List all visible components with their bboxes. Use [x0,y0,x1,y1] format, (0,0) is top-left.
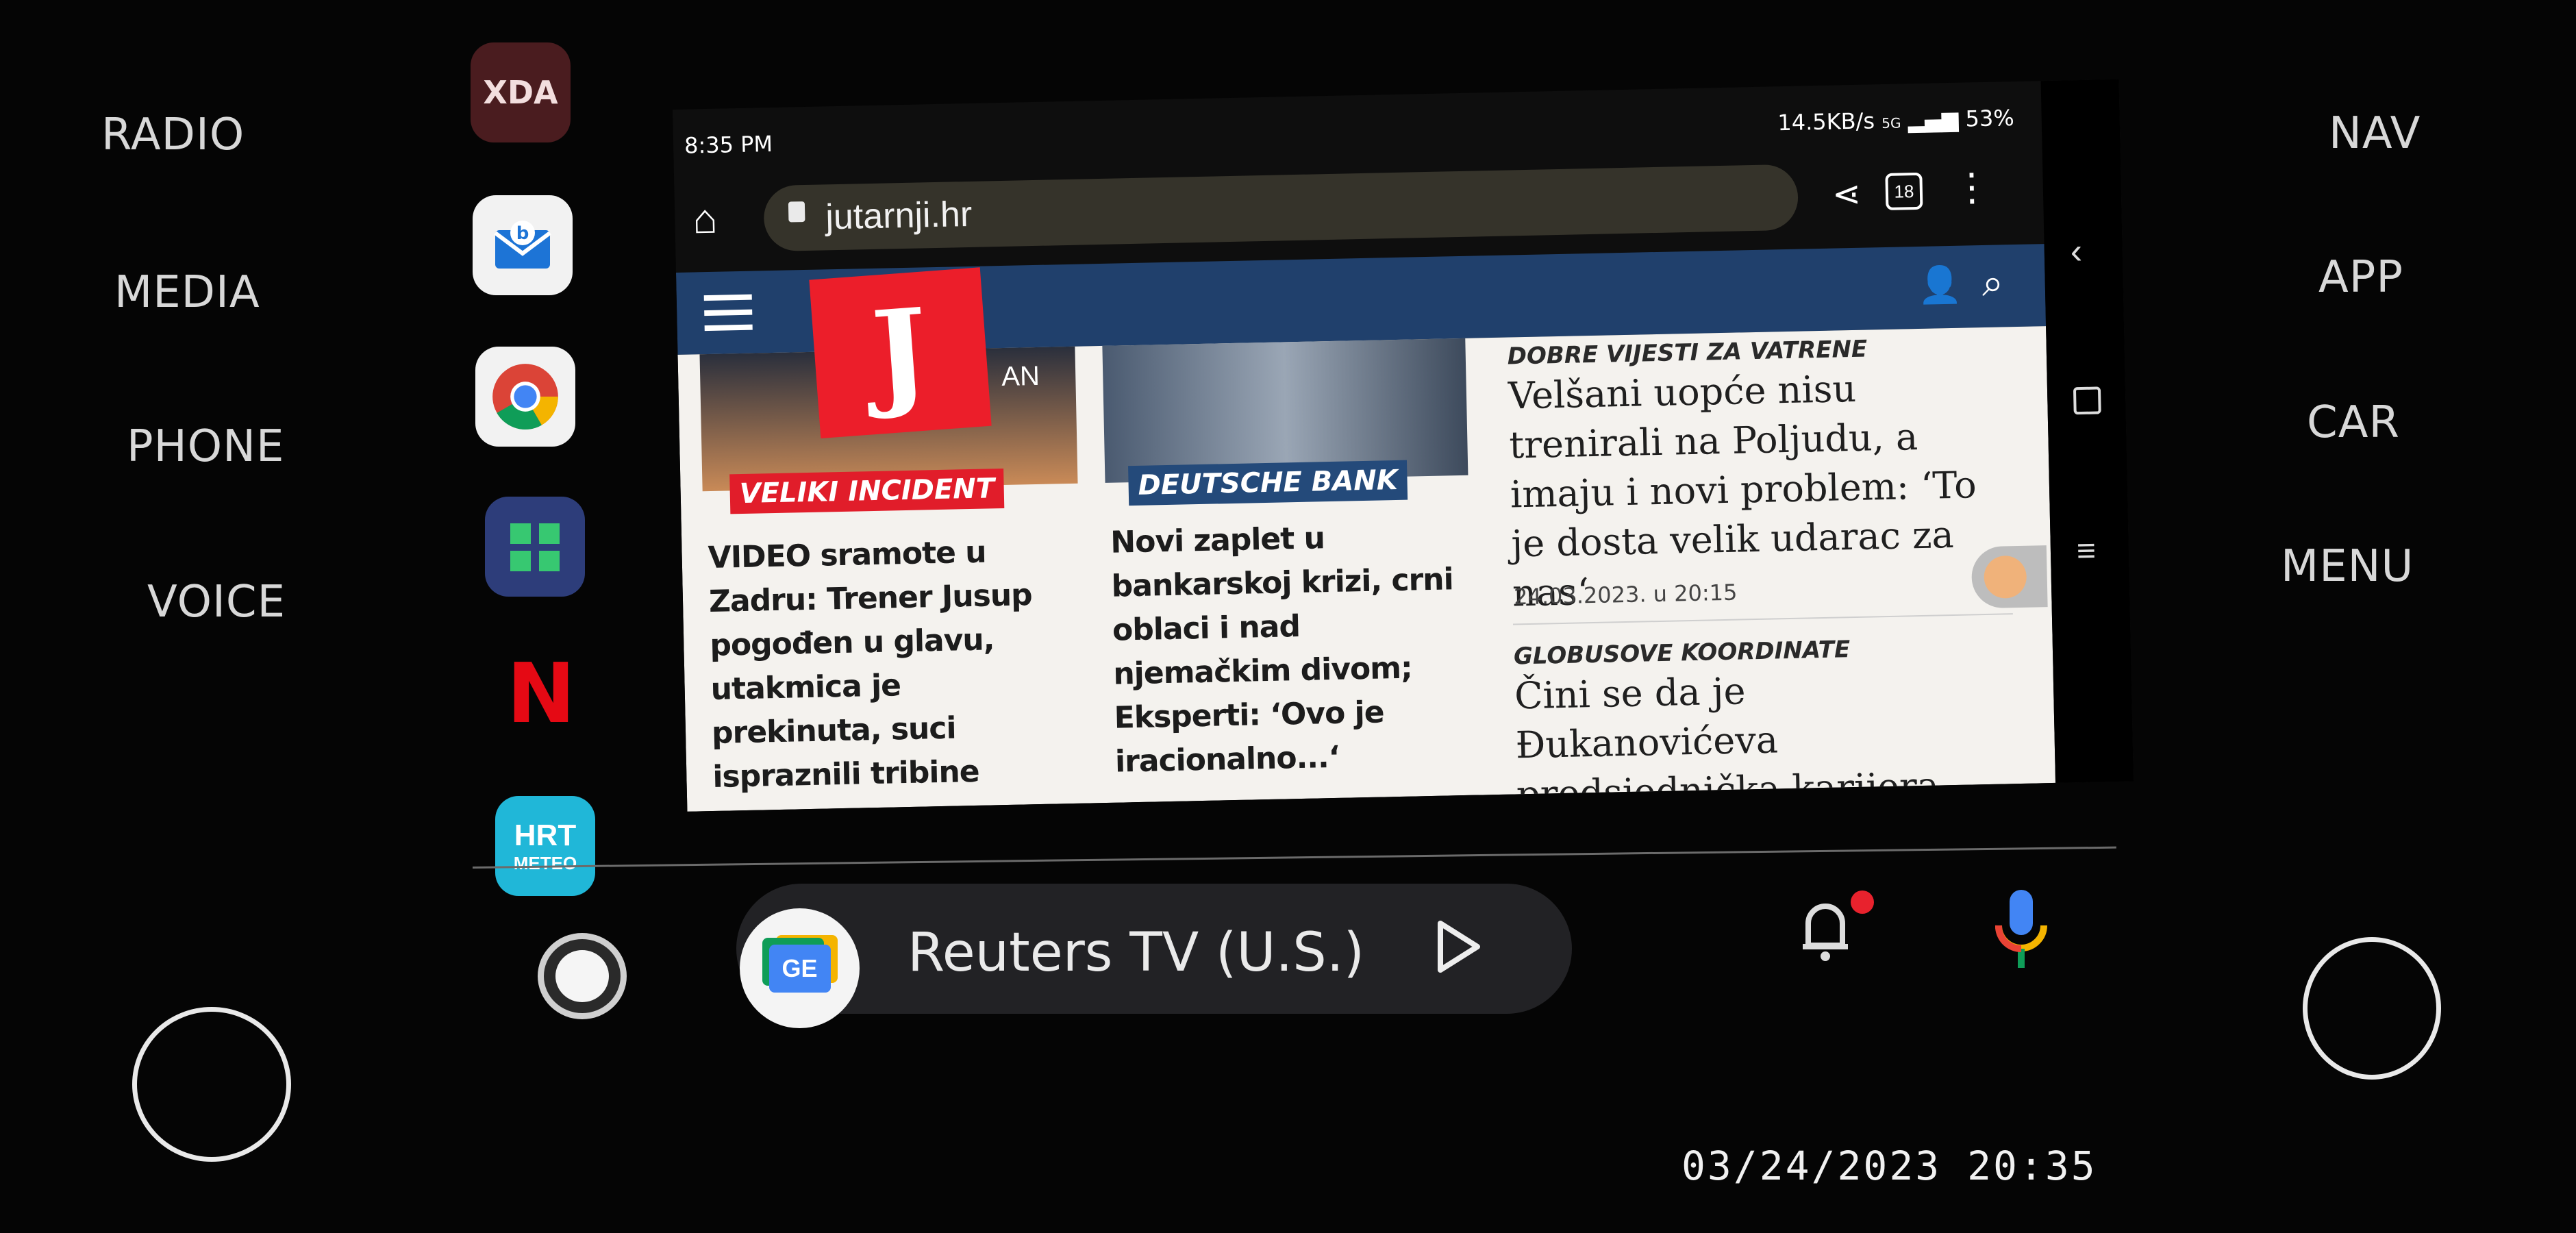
google-news-icon: GE [768,944,831,993]
media-title: Reuters TV (U.S.) [908,922,1365,984]
app-button[interactable]: APP [2318,252,2403,303]
battery-level: 53% [1965,104,2015,132]
chrome-icon [492,364,558,430]
launcher-home-button[interactable] [538,933,627,1019]
grid-logo-icon [510,523,560,571]
netflix-app-icon[interactable]: N [491,644,591,744]
play-icon[interactable] [1435,919,1483,974]
hamburger-menu-icon[interactable] [703,294,753,332]
meteo-logo-bottom: METEO [513,852,577,873]
network-speed: 14.5KB/s [1777,108,1875,136]
status-network: 14.5KB/s 5G ▂▄▆ 53% [1777,105,2014,136]
hemapp-app-icon[interactable] [485,497,585,597]
recents-icon[interactable]: ≡ [2076,532,2096,571]
nav-button[interactable]: NAV [2329,108,2421,159]
media-button[interactable]: MEDIA [114,267,260,318]
microphone-icon[interactable] [1990,887,2052,976]
share-icon[interactable]: ⋖ [1831,174,1861,214]
phone-button[interactable]: PHONE [127,421,284,472]
article-headline: VIDEO sramote u Zadru: Trener Jusup pogo… [708,534,1033,795]
radio-button[interactable]: RADIO [101,110,245,160]
menu-button[interactable]: MENU [2281,541,2414,592]
address-bar[interactable]: jutarnji.hr [763,164,1799,252]
home-square-icon[interactable] [2073,386,2101,415]
signal-icon: ▂▄▆ [1908,105,1959,134]
lock-icon [788,201,805,223]
notification-dot [1851,891,1874,914]
network-type: 5G [1881,114,1901,132]
envelope-icon: b [494,221,551,269]
projected-browser-screen: 8:35 PM 14.5KB/s 5G ▂▄▆ 53% ⌂ jutarnji.h… [673,79,2134,812]
hrt-meteo-app-icon[interactable]: HRT METEO [495,796,595,896]
notifications-button[interactable] [1795,891,1874,966]
chrome-app-icon[interactable] [475,347,575,447]
article-card[interactable]: DEUTSCHE BANK Novi zaplet u bankarskoj k… [1102,338,1495,803]
bluemail-app-icon[interactable]: b [473,195,573,295]
bottom-divider [472,846,2116,869]
meteo-logo-top: HRT [514,818,577,852]
left-knob[interactable] [132,1007,291,1162]
article-photo [1102,338,1468,483]
status-time: 8:35 PM [684,130,773,159]
photo-caption-text: AN [1001,360,1040,393]
more-menu-icon[interactable]: ⋮ [1952,164,1991,210]
back-icon[interactable]: ‹ [2070,231,2083,272]
bell-icon [1803,904,1848,961]
article-headline: Novi zaplet u bankarskoj krizi, crni obl… [1110,521,1454,780]
search-icon[interactable]: ⌕ [1981,260,2004,306]
article-headline[interactable]: Čini se da je Đukanovićeva predsjednička… [1514,661,2016,811]
url-text: jutarnji.hr [825,194,973,238]
jutarnji-logo[interactable]: J [809,267,992,438]
add-user-icon[interactable]: 👤 [1917,264,1962,306]
xda-app-icon[interactable]: XDA [471,42,571,142]
home-icon[interactable]: ⌂ [692,195,718,243]
article-column: DOBRE VIJESTI ZA VATRENE Velšani uopće n… [1503,327,2033,812]
android-nav-rail: ‹ ≡ [2040,79,2134,783]
tab-switcher-button[interactable]: 18 [1885,172,1923,210]
article-kicker: VELIKI INCIDENT [729,468,1005,514]
photo-timestamp: 03/24/2023 20:35 [1681,1143,2097,1189]
article-kicker: DEUTSCHE BANK [1128,460,1408,506]
svg-text:b: b [516,223,529,244]
floating-assistant-button[interactable] [1971,545,2048,609]
article-date: 24.03.2023. u 20:15 [1513,579,1738,610]
news-app-icon[interactable]: GE [740,908,860,1028]
article-headline[interactable]: Velšani uopće nisu trenirali na Poljudu,… [1508,361,2005,618]
car-button[interactable]: CAR [2307,397,2400,448]
right-knob[interactable] [2303,937,2441,1080]
voice-button[interactable]: VOICE [147,577,286,627]
